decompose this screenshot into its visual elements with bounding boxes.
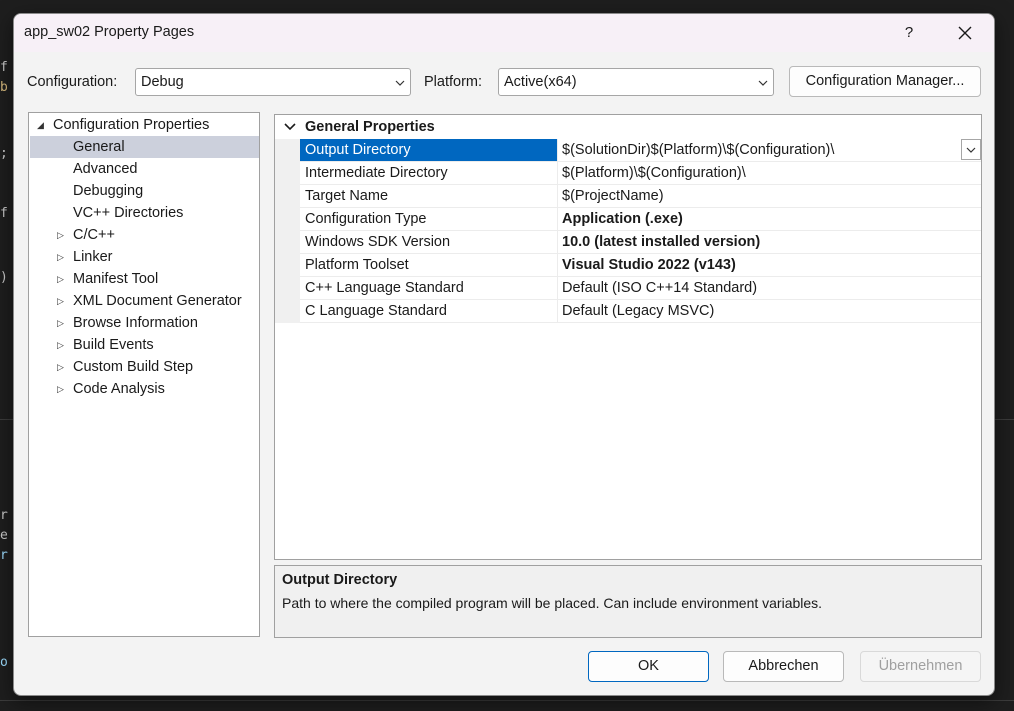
tree-item-manifest-tool[interactable]: Manifest Tool bbox=[73, 268, 158, 290]
collapsed-triangle-icon[interactable]: ▷ bbox=[57, 312, 69, 334]
tree-item-general[interactable]: General bbox=[30, 136, 259, 158]
property-value[interactable]: Default (ISO C++14 Standard) bbox=[562, 277, 757, 299]
property-row-configuration-type[interactable]: Configuration Type Application (.exe) bbox=[300, 208, 981, 231]
grid-gutter bbox=[275, 139, 300, 323]
tree-item-linker[interactable]: Linker bbox=[73, 246, 113, 268]
tree-item-vc-directories[interactable]: VC++ Directories bbox=[73, 202, 183, 224]
platform-combo[interactable]: Active(x64) bbox=[498, 68, 774, 96]
property-grid: General Properties Output Directory $(So… bbox=[274, 114, 982, 560]
tree-item-code-analysis[interactable]: Code Analysis bbox=[73, 378, 165, 400]
collapsed-triangle-icon[interactable]: ▷ bbox=[57, 268, 69, 290]
chevron-down-icon bbox=[966, 147, 976, 153]
collapsed-triangle-icon[interactable]: ▷ bbox=[57, 334, 69, 356]
property-name: Output Directory bbox=[300, 139, 558, 161]
chevron-down-icon bbox=[758, 80, 768, 86]
property-row-platform-toolset[interactable]: Platform Toolset Visual Studio 2022 (v14… bbox=[300, 254, 981, 277]
tree-item-c-cpp[interactable]: C/C++ bbox=[73, 224, 115, 246]
expanded-triangle-icon[interactable]: ◢ bbox=[37, 114, 49, 136]
tree-item-configuration-properties[interactable]: Configuration Properties bbox=[53, 114, 209, 136]
title-bar: app_sw02 Property Pages ? bbox=[14, 14, 994, 52]
property-name: Configuration Type bbox=[300, 208, 558, 230]
property-row-intermediate-directory[interactable]: Intermediate Directory $(Platform)\$(Con… bbox=[300, 162, 981, 185]
property-name: Platform Toolset bbox=[300, 254, 558, 276]
section-header[interactable]: General Properties bbox=[275, 115, 981, 139]
cancel-button[interactable]: Abbrechen bbox=[723, 651, 844, 682]
ok-button[interactable]: OK bbox=[588, 651, 709, 682]
value-dropdown-button[interactable] bbox=[961, 139, 981, 160]
window-title: app_sw02 Property Pages bbox=[24, 24, 195, 40]
tree-item-debugging[interactable]: Debugging bbox=[73, 180, 143, 202]
tree-item-advanced[interactable]: Advanced bbox=[73, 158, 138, 180]
background-editor: f b ; f ) r e r o bbox=[0, 0, 14, 711]
chevron-down-icon bbox=[284, 123, 296, 131]
tree-item-browse-information[interactable]: Browse Information bbox=[73, 312, 198, 334]
collapsed-triangle-icon[interactable]: ▷ bbox=[57, 224, 69, 246]
platform-label: Platform: bbox=[424, 74, 483, 90]
property-row-output-directory[interactable]: Output Directory $(SolutionDir)$(Platfor… bbox=[300, 139, 981, 162]
description-title: Output Directory bbox=[282, 572, 398, 588]
configuration-label: Configuration: bbox=[27, 74, 118, 90]
property-value[interactable]: $(SolutionDir)$(Platform)\$(Configuratio… bbox=[562, 139, 834, 161]
property-name: Target Name bbox=[300, 185, 558, 207]
platform-value: Active(x64) bbox=[504, 74, 577, 90]
chevron-down-icon bbox=[395, 80, 405, 86]
property-row-cpp-language-standard[interactable]: C++ Language Standard Default (ISO C++14… bbox=[300, 277, 981, 300]
close-button[interactable] bbox=[950, 20, 980, 46]
property-pages-dialog: app_sw02 Property Pages ? Configuration:… bbox=[13, 13, 995, 696]
apply-button[interactable]: Übernehmen bbox=[860, 651, 981, 682]
property-name: C Language Standard bbox=[300, 300, 558, 322]
configuration-combo[interactable]: Debug bbox=[135, 68, 411, 96]
collapsed-triangle-icon[interactable]: ▷ bbox=[57, 246, 69, 268]
collapsed-triangle-icon[interactable]: ▷ bbox=[57, 290, 69, 312]
property-value[interactable]: $(Platform)\$(Configuration)\ bbox=[562, 162, 746, 184]
tree-item-xml-document-generator[interactable]: XML Document Generator bbox=[73, 290, 242, 312]
property-row-windows-sdk-version[interactable]: Windows SDK Version 10.0 (latest install… bbox=[300, 231, 981, 254]
tree-item-custom-build-step[interactable]: Custom Build Step bbox=[73, 356, 193, 378]
property-tree: ◢ Configuration Properties General Advan… bbox=[28, 112, 260, 637]
editor-divider bbox=[0, 700, 1014, 701]
configuration-value: Debug bbox=[141, 74, 184, 90]
property-value[interactable]: 10.0 (latest installed version) bbox=[562, 231, 760, 253]
property-name: C++ Language Standard bbox=[300, 277, 558, 299]
property-value[interactable]: Visual Studio 2022 (v143) bbox=[562, 254, 736, 276]
property-value[interactable]: $(ProjectName) bbox=[562, 185, 664, 207]
property-value[interactable]: Default (Legacy MSVC) bbox=[562, 300, 714, 322]
property-name: Windows SDK Version bbox=[300, 231, 558, 253]
collapsed-triangle-icon[interactable]: ▷ bbox=[57, 356, 69, 378]
tree-item-build-events[interactable]: Build Events bbox=[73, 334, 154, 356]
description-panel: Output Directory Path to where the compi… bbox=[274, 565, 982, 638]
property-row-target-name[interactable]: Target Name $(ProjectName) bbox=[300, 185, 981, 208]
property-value[interactable]: Application (.exe) bbox=[562, 208, 683, 230]
property-row-c-language-standard[interactable]: C Language Standard Default (Legacy MSVC… bbox=[300, 300, 981, 323]
help-button[interactable]: ? bbox=[896, 20, 922, 46]
section-title: General Properties bbox=[305, 119, 435, 135]
collapsed-triangle-icon[interactable]: ▷ bbox=[57, 378, 69, 400]
description-text: Path to where the compiled program will … bbox=[282, 595, 823, 611]
configuration-manager-button[interactable]: Configuration Manager... bbox=[789, 66, 981, 97]
close-icon bbox=[958, 26, 972, 40]
property-name: Intermediate Directory bbox=[300, 162, 558, 184]
